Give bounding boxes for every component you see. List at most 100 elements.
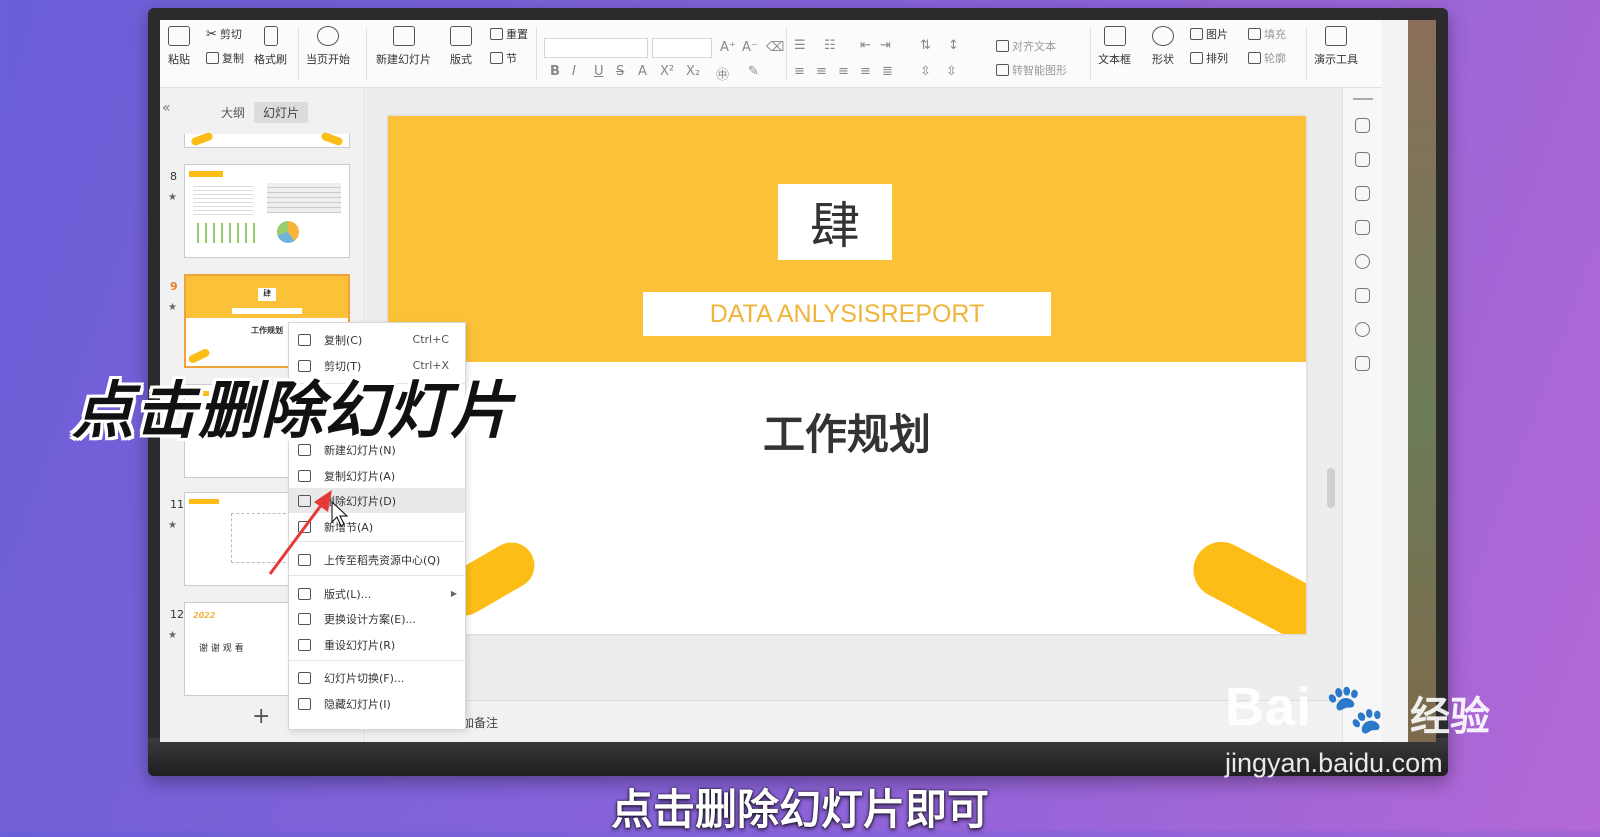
annotation-arrow — [268, 490, 349, 575]
align-right-icon[interactable]: ≡ — [838, 64, 849, 79]
rail-handle — [1353, 98, 1373, 100]
menu-item-hide-slide[interactable]: 隐藏幻灯片(I) — [289, 691, 465, 716]
rocket-icon[interactable] — [1355, 118, 1370, 133]
section-icon — [490, 52, 503, 64]
underline-button[interactable]: U — [594, 64, 604, 79]
align-left-icon[interactable]: ≡ — [794, 64, 805, 79]
picture-button[interactable]: 图片 — [1190, 26, 1228, 42]
highlight-icon[interactable]: ✎ — [748, 64, 759, 79]
notes-bar[interactable]: 加备注 — [366, 700, 1342, 742]
right-tool-rail — [1342, 88, 1382, 742]
numbering-icon[interactable]: ☷ — [824, 38, 836, 53]
slide-number-8: 8 — [170, 170, 177, 183]
shape-icon — [1152, 26, 1174, 46]
shape-button[interactable]: 形状 — [1152, 26, 1174, 67]
section-button[interactable]: 节 — [490, 50, 517, 66]
eraser-icon[interactable]: ⌫ — [766, 40, 784, 55]
thumb-subtitle-box — [232, 308, 302, 314]
textbox-button[interactable]: 文本框 — [1098, 26, 1131, 67]
sort-icon[interactable]: ↕ — [948, 38, 959, 53]
location-icon[interactable] — [1355, 322, 1370, 337]
star-icon[interactable] — [1355, 186, 1370, 201]
new-slide-button[interactable]: 新建幻灯片 — [376, 26, 431, 67]
slide-thumbnail-7[interactable] — [184, 131, 350, 148]
chapter-number-box[interactable]: 肆 — [778, 184, 892, 260]
presentation-tools-button[interactable]: 演示工具 — [1314, 26, 1358, 67]
to-smartart-button[interactable]: 转智能图形 — [996, 62, 1067, 78]
slide-thumbnail-8[interactable] — [184, 164, 350, 258]
menu-item-layout[interactable]: 版式(L)... ▶ — [289, 581, 465, 606]
paste-button[interactable]: 粘贴 — [168, 26, 190, 67]
ribbon-toolbar: 粘贴 ✂ 剪切 复制 格式刷 当页开始 新建幻灯片 版式 重置 节 A⁺ A⁻ … — [160, 20, 1382, 88]
bullets-icon[interactable]: ☰ — [794, 38, 806, 53]
font-color-button[interactable]: A — [638, 64, 647, 79]
justify-icon[interactable]: ≡ — [860, 64, 871, 79]
subscript-button[interactable]: X₂ — [686, 64, 700, 79]
toolbar-divider — [786, 28, 787, 80]
menu-item-change-design[interactable]: 更换设计方案(E)... — [289, 606, 465, 631]
notes-placeholder[interactable]: 加备注 — [462, 714, 498, 731]
align-center-icon[interactable]: ≡ — [816, 64, 827, 79]
menu-item-reset-slide[interactable]: 重设幻灯片(R) — [289, 632, 465, 657]
outline-button[interactable]: 轮廓 — [1248, 50, 1286, 66]
slide-decoration-right — [1183, 532, 1306, 634]
toolbar-divider — [1306, 28, 1307, 80]
help-icon[interactable] — [1355, 254, 1370, 269]
layout-icon — [450, 26, 472, 46]
submenu-arrow-icon: ▶ — [450, 589, 457, 598]
reset-button[interactable]: 重置 — [490, 26, 528, 42]
arrange-button[interactable]: 排列 — [1190, 50, 1228, 66]
format-painter-button[interactable]: 格式刷 — [254, 26, 287, 67]
subtitle-textbox[interactable]: DATA ANLYSISREPORT — [643, 292, 1051, 336]
phonetic-icon[interactable]: ㊥ — [716, 64, 729, 83]
superscript-button[interactable]: X² — [660, 64, 674, 79]
font-size-select[interactable] — [652, 38, 712, 58]
sliders-icon[interactable] — [1355, 152, 1370, 167]
cut-button[interactable]: ✂ 剪切 — [206, 26, 242, 42]
fill-button[interactable]: 填充 — [1248, 26, 1286, 42]
tab-outline[interactable]: 大纲 — [212, 102, 254, 123]
slide-title[interactable]: 工作规划 — [388, 401, 1306, 462]
increase-font-icon[interactable]: A⁺ — [720, 40, 736, 55]
italic-button[interactable]: I — [572, 64, 576, 79]
animation-star-icon: ★ — [168, 192, 177, 203]
transition-icon[interactable] — [1355, 220, 1370, 235]
copy-icon — [206, 52, 219, 64]
thumb-decoration — [320, 131, 344, 147]
clipboard-icon — [168, 26, 190, 46]
copy-button[interactable]: 复制 — [206, 50, 244, 66]
layout-button[interactable]: 版式 — [450, 26, 472, 67]
animation-star-icon: ★ — [168, 630, 177, 641]
text-direction-icon[interactable]: ⇅ — [920, 38, 931, 53]
play-from-current-button[interactable]: 当页开始 — [306, 26, 350, 67]
toolbar-divider — [298, 28, 299, 80]
record-icon[interactable] — [1355, 288, 1370, 303]
current-slide[interactable]: 肆 DATA ANLYSISREPORT 工作规划 — [388, 116, 1306, 634]
box-icon[interactable] — [1355, 356, 1370, 371]
indent-icon[interactable]: ⇤ — [860, 38, 871, 53]
paragraph-spacing-icon[interactable]: ⇳ — [946, 64, 957, 79]
outdent-icon[interactable]: ⇥ — [880, 38, 891, 53]
presentation-tools-icon — [1325, 26, 1347, 46]
distribute-icon[interactable]: ≣ — [882, 64, 893, 79]
collapse-panel-button[interactable]: « — [162, 100, 171, 116]
fill-icon — [1248, 28, 1261, 40]
strikethrough-button[interactable]: S — [616, 64, 624, 79]
scissors-icon: ✂ — [206, 26, 217, 42]
menu-item-slide-transition[interactable]: 幻灯片切换(F)... — [289, 665, 465, 690]
background-photo-strip — [1408, 20, 1436, 742]
bold-button[interactable]: B — [550, 64, 560, 79]
align-text-icon — [996, 40, 1009, 52]
line-spacing-icon[interactable]: ⇳ — [920, 64, 931, 79]
decrease-font-icon[interactable]: A⁻ — [742, 40, 758, 55]
add-slide-button[interactable]: + — [252, 704, 270, 729]
align-text-button[interactable]: 对齐文本 — [996, 38, 1056, 54]
tab-slides[interactable]: 幻灯片 — [254, 102, 309, 123]
vertical-scrollbar[interactable] — [1325, 98, 1337, 658]
menu-item-copy[interactable]: 复制(C) Ctrl+C — [289, 327, 465, 352]
slide-number-12: 12 — [170, 608, 184, 621]
reset-icon — [490, 28, 503, 40]
font-family-select[interactable] — [544, 38, 648, 58]
scrollbar-thumb[interactable] — [1327, 468, 1335, 508]
reset-icon — [298, 638, 311, 651]
